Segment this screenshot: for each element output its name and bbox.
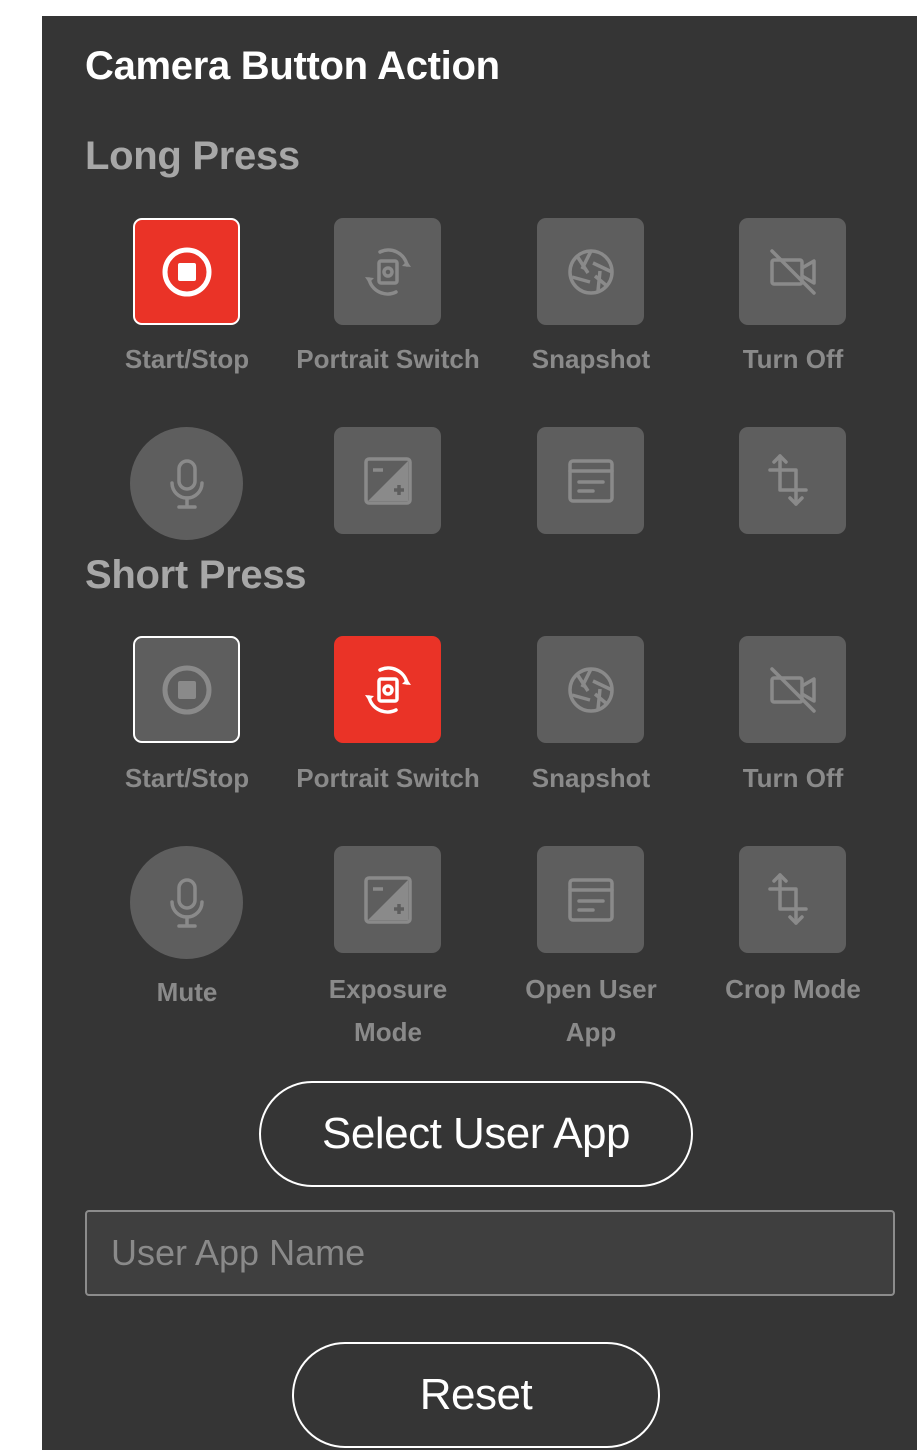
crop-icon xyxy=(767,453,808,506)
long-press-portrait-switch-label: Portrait Switch xyxy=(296,344,480,374)
long-press-start-stop-button[interactable] xyxy=(133,218,240,325)
camera-button-action-panel: Camera Button Action Long Press Start/St… xyxy=(42,16,917,1450)
crop-mode-label: Crop Mode xyxy=(725,974,861,1004)
exposure-mode-label-line2: Mode xyxy=(354,1017,422,1047)
exposure-icon xyxy=(363,875,412,924)
record-stop-icon xyxy=(162,665,211,714)
short-press-heading: Short Press xyxy=(85,553,307,597)
short-press-crop-mode-button[interactable] xyxy=(739,846,846,953)
long-press-open-user-app-button[interactable] xyxy=(537,427,644,534)
short-press-snapshot-button[interactable] xyxy=(537,636,644,743)
microphone-icon xyxy=(169,877,204,928)
microphone-icon xyxy=(169,458,204,509)
mute-label: Mute xyxy=(156,977,218,1007)
video-off-icon xyxy=(769,248,816,295)
aperture-icon xyxy=(567,666,614,713)
long-press-mute-button[interactable] xyxy=(130,427,243,540)
rotate-camera-icon xyxy=(364,247,411,296)
long-press-turn-off-button[interactable] xyxy=(739,218,846,325)
short-press-portrait-switch-label: Portrait Switch xyxy=(296,763,480,793)
panel-title: Camera Button Action xyxy=(85,44,500,88)
short-press-mute-button[interactable] xyxy=(130,846,243,959)
short-press-turn-off-button[interactable] xyxy=(739,636,846,743)
long-press-exposure-mode-button[interactable] xyxy=(334,427,441,534)
short-press-open-user-app-button[interactable] xyxy=(537,846,644,953)
select-user-app-button[interactable]: Select User App xyxy=(259,1081,693,1187)
app-window-icon xyxy=(567,458,614,503)
short-press-portrait-switch-button[interactable] xyxy=(334,636,441,743)
reset-button[interactable]: Reset xyxy=(292,1342,660,1448)
exposure-icon xyxy=(363,456,412,505)
exposure-mode-label-line1: Exposure xyxy=(328,974,448,1004)
crop-icon xyxy=(767,872,808,925)
long-press-snapshot-label: Snapshot xyxy=(531,344,651,374)
user-app-name-input[interactable] xyxy=(85,1210,895,1296)
app-window-icon xyxy=(567,877,614,922)
long-press-snapshot-button[interactable] xyxy=(537,218,644,325)
rotate-camera-icon xyxy=(364,665,411,714)
video-off-icon xyxy=(769,666,816,713)
short-press-turn-off-label: Turn Off xyxy=(742,763,844,793)
aperture-icon xyxy=(567,248,614,295)
open-user-app-label-line2: App xyxy=(565,1017,617,1047)
short-press-start-stop-label: Start/Stop xyxy=(124,763,250,793)
long-press-start-stop-label: Start/Stop xyxy=(124,344,250,374)
long-press-portrait-switch-button[interactable] xyxy=(334,218,441,325)
open-user-app-label-line1: Open User xyxy=(525,974,657,1004)
long-press-turn-off-label: Turn Off xyxy=(742,344,844,374)
long-press-heading: Long Press xyxy=(85,134,300,178)
record-stop-icon xyxy=(162,247,211,296)
short-press-snapshot-label: Snapshot xyxy=(531,763,651,793)
short-press-exposure-mode-button[interactable] xyxy=(334,846,441,953)
short-press-start-stop-button[interactable] xyxy=(133,636,240,743)
long-press-crop-mode-button[interactable] xyxy=(739,427,846,534)
